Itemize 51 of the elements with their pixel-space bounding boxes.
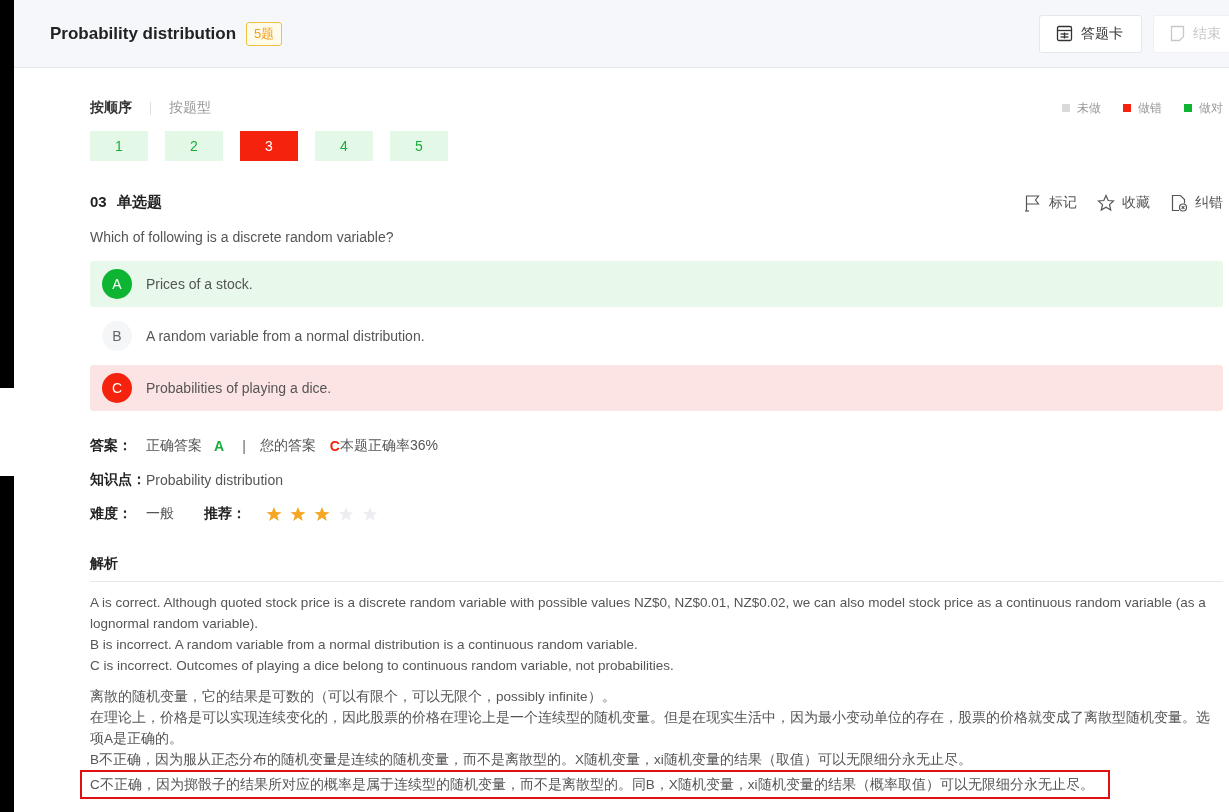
flag-action-button[interactable]: 标记	[1024, 193, 1077, 212]
side-tab[interactable]	[0, 388, 14, 476]
recommend-label: 推荐：	[204, 505, 246, 523]
question-number: 03	[90, 193, 107, 212]
option-text: Probabilities of playing a dice.	[146, 380, 332, 396]
analysis-paragraph: B不正确，因为服从正态分布的随机变量是连续的随机变量，而不是离散型的。X随机变量，xi随机变量的结果（取值）可以无限细分永无止尽。	[90, 752, 972, 767]
answer-label: 答案：	[90, 437, 133, 455]
star-icon	[314, 506, 330, 522]
report-action-button[interactable]: 纠错	[1170, 193, 1223, 212]
question-number-button[interactable]: 3	[240, 131, 298, 161]
table-icon	[1056, 25, 1073, 42]
analysis-paragraph: B is incorrect. A random variable from a normal distribution is a continuous random variable.	[90, 637, 638, 652]
answer-option[interactable]: A Prices of a stock.	[90, 261, 1223, 307]
option-letter: B	[102, 321, 132, 351]
sort-tab[interactable]: 按顺序	[90, 99, 132, 117]
separator: |	[242, 438, 246, 454]
page-title: Probability distribution	[50, 23, 237, 44]
star-icon	[290, 506, 306, 522]
your-answer-label: 您的答案	[259, 437, 316, 455]
question-type: 单选题	[116, 193, 162, 212]
accuracy-rate: 本题正确率36%	[339, 437, 438, 455]
count-badge: 5题	[246, 21, 283, 46]
legend-label: 未做	[1077, 99, 1101, 117]
analysis-paragraph: C is incorrect. Outcomes of playing a dice belong to continuous random variable, not probabilities.	[90, 658, 674, 673]
answer-option[interactable]: C Probabilities of playing a dice.	[90, 365, 1223, 411]
difficulty-value: 一般	[146, 505, 174, 523]
flag-icon	[1024, 193, 1042, 212]
analysis-paragraph: 在理论上，价格是可以实现连续变化的，因此股票的价格在理论上是一个连续型的随机变量。但是在现实生活中，因为最小变动单位的存在，股票的价格就变成了离散型随机变量。选项A是正确的。	[90, 710, 1210, 746]
document-error-icon	[1170, 193, 1188, 212]
option-letter: A	[102, 269, 132, 299]
document-icon	[1170, 25, 1185, 42]
correct-answer-label: 正确答案	[146, 437, 202, 455]
legend-label: 做对	[1199, 99, 1223, 117]
your-answer: C	[329, 438, 340, 454]
knowledge-value: Probability distribution	[146, 472, 283, 488]
answer-card-button[interactable]: 答题卡	[1039, 14, 1142, 53]
star-icon	[1097, 193, 1115, 212]
analysis-paragraph: 离散的随机变量，它的结果是可数的（可以有限个，可以无限个，possibly infinite）。	[90, 689, 616, 704]
star-action-button[interactable]: 收藏	[1097, 193, 1150, 212]
analysis-title: 解析	[90, 555, 1223, 582]
question-text: Which of following is a discrete random variable?	[90, 229, 395, 245]
knowledge-label: 知识点：	[90, 471, 146, 489]
option-text: A random variable from a normal distribution.	[146, 328, 425, 344]
option-text: Prices of a stock.	[146, 276, 253, 292]
legend-label: 做错	[1138, 99, 1162, 117]
option-letter: C	[102, 373, 132, 403]
star-icon	[266, 506, 282, 522]
analysis-paragraph: C不正确，因为掷骰子的结果所对应的概率是属于连续型的随机变量，而不是离散型的。同B，X随机变量，xi随机变量的结果（概率取值）可以无限细分永无止尽。	[80, 770, 1110, 799]
analysis-paragraph: A is correct. Although quoted stock price is a discrete random variable with possible values NZ$0, NZ$0.01, NZ$0.02, we can also model stock price as a continuous random variable (as a lognormal random variable).	[90, 595, 1206, 631]
difficulty-label: 难度：	[90, 505, 133, 523]
correct-answer: A	[214, 438, 225, 454]
